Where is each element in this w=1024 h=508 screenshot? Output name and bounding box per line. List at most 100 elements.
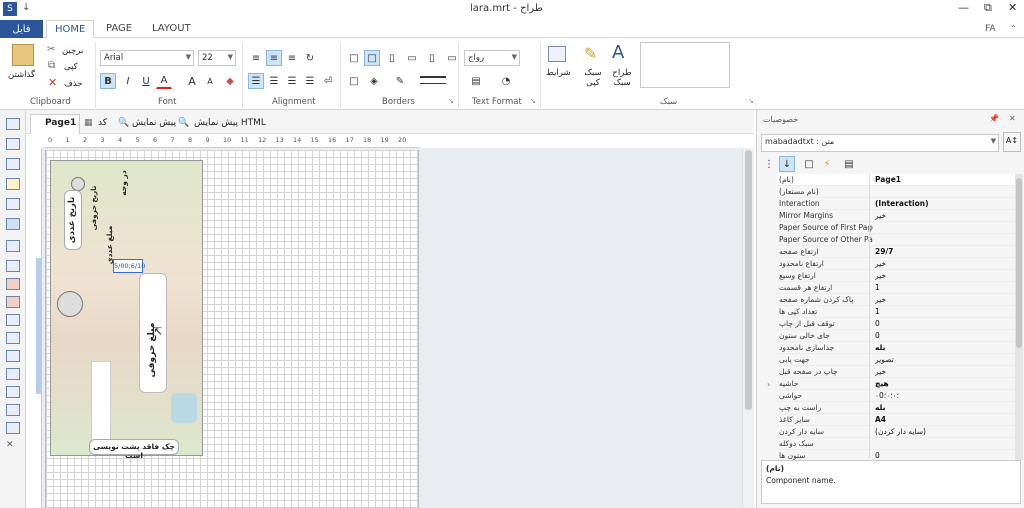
restore-button[interactable]: ⧉ (984, 1, 992, 15)
property-value[interactable]: A4 (875, 415, 1015, 424)
design-style-button[interactable]: طراح سبک (608, 68, 636, 88)
design-style-icon[interactable]: A (612, 42, 624, 63)
image-tool-icon[interactable] (6, 240, 20, 252)
border-shadow-icon[interactable]: □ (346, 73, 362, 89)
tab-html-preview[interactable]: پیش نمایش HTML (194, 118, 266, 128)
property-value[interactable]: خیر (875, 271, 1015, 280)
delete-icon[interactable]: ✕ (48, 76, 57, 89)
properties-icon[interactable]: □ (801, 156, 817, 172)
border-top-icon[interactable]: ▭ (404, 50, 420, 66)
underline-button[interactable]: U (138, 73, 154, 89)
clear-format-icon[interactable]: ◆ (222, 73, 238, 89)
dialog-launcher-icon[interactable]: ↘ (748, 97, 754, 105)
events-icon[interactable]: ⚡ (819, 156, 835, 172)
workspace-scrollbar[interactable] (742, 148, 754, 508)
minimize-button[interactable]: — (958, 1, 969, 14)
rotate-text-icon[interactable]: ↻ (302, 50, 318, 66)
property-row[interactable]: تعداد کپی ها 1 (777, 306, 1017, 318)
border-color-icon[interactable]: ✎ (392, 73, 408, 89)
property-value[interactable]: 0 (875, 319, 1015, 328)
copy-icon[interactable]: ⧉ (48, 60, 55, 71)
property-row[interactable]: Interaction (Interaction) (777, 198, 1017, 210)
cheque-image[interactable]: 5/00;6/10 تاریخ عددی تاریخ حروفی مبلغ عد… (50, 157, 203, 460)
style-gallery[interactable] (640, 42, 730, 88)
property-value[interactable]: 1 (875, 283, 1015, 292)
cut-button[interactable]: برچین (62, 46, 83, 56)
text-tool-icon[interactable] (6, 178, 20, 190)
dialog-launcher-icon[interactable]: ↘ (448, 97, 454, 105)
conditions-icon[interactable] (548, 46, 566, 62)
settings-tool-icon[interactable]: ✕ (6, 440, 20, 452)
property-row[interactable]: پاک کردن شماره صفحه خیر (777, 294, 1017, 306)
tab-page1[interactable]: Page1 (30, 114, 80, 134)
property-row[interactable]: جای خالی ستون 0 (777, 330, 1017, 342)
align-center-icon[interactable]: ☰ (266, 73, 282, 89)
tab-layout[interactable]: LAYOUT (144, 20, 199, 39)
property-row[interactable]: راست به چپ بله (777, 402, 1017, 414)
fill-color-icon[interactable]: ◈ (366, 73, 382, 89)
properties-scrollbar[interactable] (1015, 174, 1023, 460)
quick-access-dropdown-icon[interactable]: ↓ (22, 2, 30, 13)
format-currency-icon[interactable]: ▤ (468, 73, 484, 89)
close-button[interactable]: ✕ (1008, 1, 1017, 14)
date-field[interactable]: تاریخ عددی (64, 190, 82, 250)
paste-icon[interactable] (12, 44, 34, 66)
tab-file[interactable]: فایل (0, 20, 43, 39)
property-row[interactable]: Paper Source of First Page (777, 222, 1017, 234)
property-value[interactable]: 0 (875, 331, 1015, 340)
subreport-tool-icon[interactable] (6, 368, 20, 380)
property-row[interactable]: چاپ در صفحه قبل خیر (777, 366, 1017, 378)
pin-icon[interactable]: 📌 (989, 114, 999, 123)
property-row[interactable]: ارتفاع هر قسمت 1 (777, 282, 1017, 294)
tab-page[interactable]: PAGE (98, 20, 140, 39)
conditions-button[interactable]: شرایط (546, 68, 571, 78)
amount-number-field[interactable]: مبلغ عددی (105, 219, 121, 271)
payee-field[interactable]: در وجه (119, 157, 135, 209)
align-bottom-icon[interactable]: ≡ (284, 50, 300, 66)
word-wrap-icon[interactable]: ⏎ (320, 73, 336, 89)
property-value[interactable]: بله (875, 403, 1015, 412)
html-preview-icon[interactable]: 🔍 (178, 118, 189, 128)
line-tool-icon[interactable] (6, 404, 20, 416)
property-value[interactable]: 29/7 (875, 247, 1015, 256)
property-row[interactable]: حواشی ۰؛۰؛۰؛0 (777, 390, 1017, 402)
bold-button[interactable]: B (100, 73, 116, 89)
grow-font-button[interactable]: A (184, 73, 200, 89)
property-pages-icon[interactable]: ▤ (841, 156, 857, 172)
border-right-icon[interactable]: ▯ (424, 50, 440, 66)
property-row[interactable]: ارتفاع نامحدود خیر (777, 258, 1017, 270)
property-value[interactable]: 1 (875, 307, 1015, 316)
property-row[interactable]: ارتفاع صفحه 29/7 (777, 246, 1017, 258)
delete-button[interactable]: حذف (64, 79, 83, 89)
property-value[interactable]: ۰؛۰؛۰؛0 (875, 391, 1015, 400)
property-row[interactable]: (نام مستعار) (777, 186, 1017, 198)
no-endorsement-label[interactable]: چک فاقد پشت نویسی است (89, 439, 179, 460)
property-value[interactable]: 0 (875, 451, 1015, 460)
alphabetical-icon[interactable]: ↓ (779, 156, 795, 172)
align-justify-icon[interactable]: ☰ (302, 73, 318, 89)
copy-style-button[interactable]: سبک کپی (580, 68, 606, 88)
property-row[interactable]: توقف قبل از چاپ 0 (777, 318, 1017, 330)
band-tool-icon[interactable] (6, 138, 20, 150)
properties-scrollbar-thumb[interactable] (1016, 178, 1022, 348)
checkbox-tool-icon[interactable] (6, 350, 20, 362)
property-value[interactable]: (Interaction) (875, 199, 1015, 208)
property-value[interactable]: خیر (875, 295, 1015, 304)
property-value[interactable]: خیر (875, 211, 1015, 220)
property-value[interactable]: Page1 (875, 175, 1015, 184)
table-tool-icon[interactable] (6, 314, 20, 326)
shrink-font-button[interactable]: A (202, 73, 218, 89)
property-value[interactable]: تصویر (875, 355, 1015, 364)
preview-icon[interactable]: 🔍 (118, 118, 129, 128)
rich-text-tool-icon[interactable] (6, 198, 20, 210)
zipcode-tool-icon[interactable] (6, 386, 20, 398)
font-family-select[interactable]: Arial ▼ (100, 50, 194, 66)
align-top-icon[interactable]: ≡ (248, 50, 264, 66)
italic-button[interactable]: I (120, 73, 136, 89)
align-right-icon[interactable]: ☰ (284, 73, 300, 89)
component-tool-icon[interactable] (6, 218, 20, 230)
property-row[interactable]: Paper Source of Other Pages (777, 234, 1017, 246)
property-value[interactable]: خیر (875, 259, 1015, 268)
tab-preview[interactable]: پیش نمایش (132, 118, 176, 128)
property-row[interactable]: ارتفاع وسیع خیر (777, 270, 1017, 282)
